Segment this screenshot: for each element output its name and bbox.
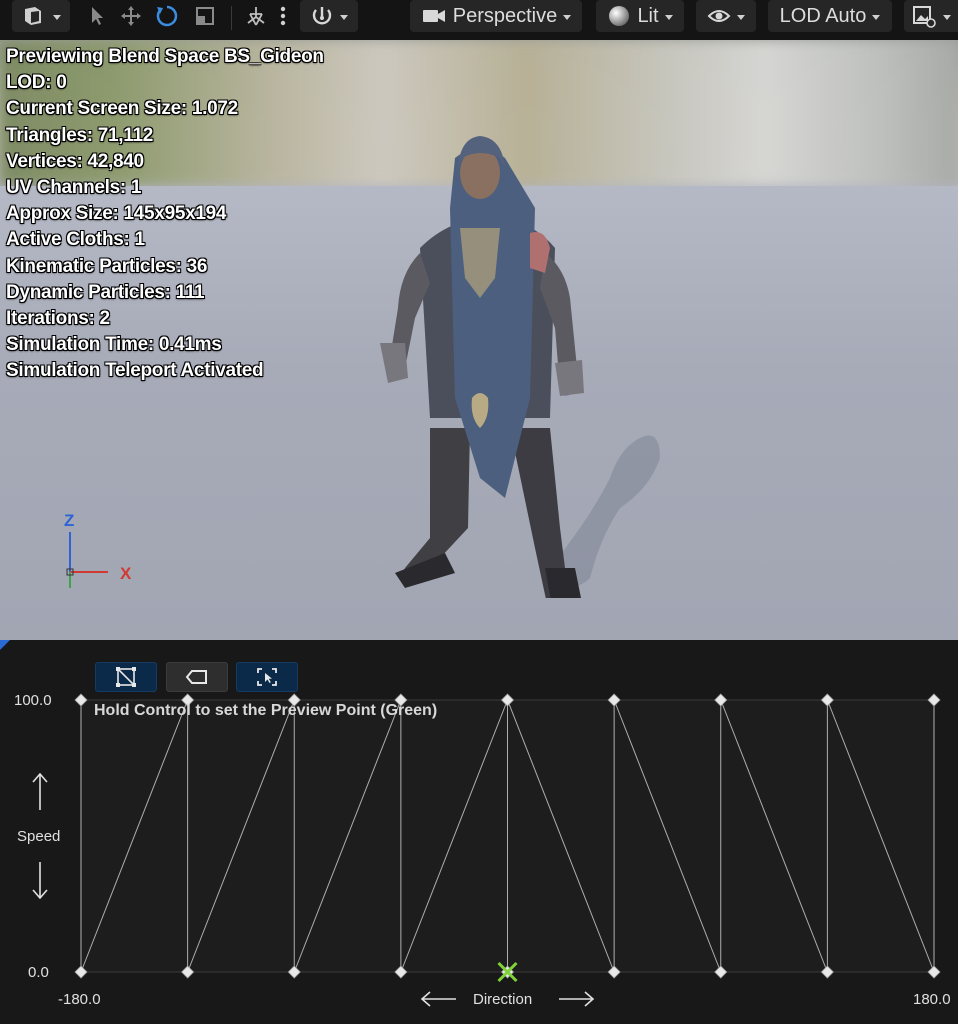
stat-line: Simulation Time: 0.41ms — [6, 334, 222, 356]
stat-line: UV Channels: 1 — [6, 177, 142, 199]
viewport-stats: Previewing Blend Space BS_Gideon LOD: 0 Cu… — [6, 44, 324, 385]
show-flags-dropdown[interactable] — [696, 0, 756, 32]
snap-rotation-icon — [312, 7, 332, 25]
axis-x-label: X — [120, 564, 132, 583]
chevron-down-icon — [872, 14, 881, 20]
preview-point-hint: Hold Control to set the Preview Point (G… — [94, 702, 438, 719]
stat-line: Active Cloths: 1 — [6, 229, 145, 251]
scale-mode-button[interactable] — [192, 4, 218, 28]
lighting-mode-label: Lit — [637, 4, 659, 27]
lod-dropdown[interactable]: LOD Auto — [768, 0, 892, 32]
arrow-down-icon — [32, 862, 48, 900]
transform-gizmo-icon — [247, 7, 265, 26]
blend-space-grid[interactable] — [0, 640, 958, 1024]
rotate-mode-button[interactable] — [154, 4, 180, 28]
character-preview — [380, 136, 660, 598]
x-axis-min-label: -180.0 — [58, 991, 101, 1008]
coordinate-space-button[interactable] — [243, 4, 269, 28]
lod-label: LOD Auto — [779, 4, 867, 27]
lighting-mode-dropdown[interactable]: Lit — [596, 0, 684, 32]
options-menu-button[interactable] — [12, 0, 70, 32]
preview-viewport[interactable]: Previewing Blend Space BS_Gideon LOD: 0 Cu… — [0, 40, 958, 640]
chevron-down-icon — [563, 14, 572, 20]
view-mode-label: Perspective — [452, 4, 558, 27]
blend-space-editor: Hold Control to set the Preview Point (G… — [0, 640, 958, 1024]
translate-mode-button[interactable] — [118, 4, 144, 28]
menu-icon — [25, 7, 41, 25]
chevron-down-icon — [53, 14, 61, 20]
stat-line: Simulation Teleport Activated — [6, 360, 264, 382]
chevron-down-icon — [664, 14, 673, 20]
preview-settings-button[interactable] — [904, 0, 958, 32]
image-settings-icon — [913, 6, 936, 28]
chevron-down-icon — [340, 14, 348, 20]
lit-sphere-icon — [609, 6, 630, 26]
stat-line: Triangles: 71,112 — [6, 124, 153, 146]
x-axis-name: Direction — [473, 991, 533, 1008]
stat-line: LOD: 0 — [6, 72, 67, 94]
chevron-down-icon — [943, 14, 951, 20]
stat-line: Iterations: 2 — [6, 308, 110, 330]
y-axis-max-label: 100.0 — [14, 692, 52, 709]
snap-settings-button[interactable] — [300, 0, 358, 32]
view-mode-dropdown[interactable]: Perspective — [410, 0, 582, 32]
more-vertical-icon — [280, 6, 286, 26]
stat-line: Previewing Blend Space BS_Gideon — [6, 46, 324, 67]
stat-line: Approx Size: 145x95x194 — [6, 203, 227, 225]
stat-line: Current Screen Size: 1.072 — [6, 98, 238, 120]
x-axis-max-label: 180.0 — [913, 991, 951, 1008]
stat-line: Vertices: 42,840 — [6, 150, 144, 172]
toolbar-divider — [231, 6, 232, 30]
cursor-icon — [92, 7, 103, 25]
axis-gizmo: Z X — [64, 511, 132, 588]
y-axis-name: Speed — [17, 828, 61, 845]
viewport-toolbar: Perspective Lit LOD Auto — [0, 0, 958, 40]
axis-z-label: Z — [64, 511, 74, 530]
y-axis-min-label: 0.0 — [28, 964, 49, 981]
scale-icon — [196, 7, 214, 25]
camera-icon — [422, 10, 445, 22]
chevron-down-icon — [737, 14, 745, 20]
rotate-icon — [156, 5, 178, 27]
arrow-left-icon — [420, 991, 456, 1007]
arrow-right-icon — [559, 991, 595, 1007]
arrow-up-icon — [32, 772, 48, 810]
stat-line: Dynamic Particles: 111 — [6, 281, 205, 303]
eye-icon — [707, 10, 731, 22]
more-options-button[interactable] — [273, 4, 293, 28]
stat-line: Kinematic Particles: 36 — [6, 255, 208, 277]
select-mode-button[interactable] — [84, 4, 110, 28]
move-icon — [121, 6, 141, 26]
